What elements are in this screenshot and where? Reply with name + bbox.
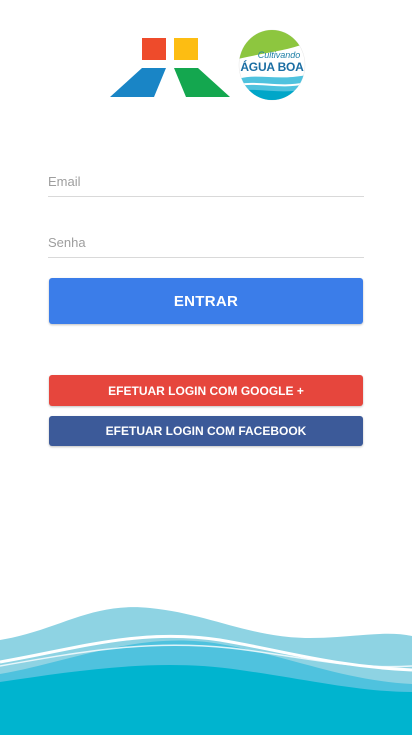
app-logo: Cultivando ÁGUA BOA <box>0 0 412 110</box>
logo-yellow-square <box>174 38 198 60</box>
logo-red-square <box>142 38 166 60</box>
login-button[interactable]: ENTRAR <box>49 278 363 324</box>
google-login-button[interactable]: EFETUAR LOGIN COM GOOGLE + <box>49 375 363 406</box>
email-input[interactable] <box>48 166 364 196</box>
logo-blue-shape <box>110 68 166 97</box>
password-input[interactable] <box>48 227 364 257</box>
badge-text-agua-boa: ÁGUA BOA <box>240 60 304 74</box>
logo-mark-icon <box>110 38 230 97</box>
badge-text-cultivando: Cultivando <box>257 50 301 60</box>
logo-green-shape <box>174 68 230 97</box>
password-field[interactable] <box>48 227 364 258</box>
email-field[interactable] <box>48 166 364 197</box>
facebook-login-button[interactable]: EFETUAR LOGIN COM FACEBOOK <box>49 416 363 446</box>
wave-decoration <box>0 607 412 735</box>
